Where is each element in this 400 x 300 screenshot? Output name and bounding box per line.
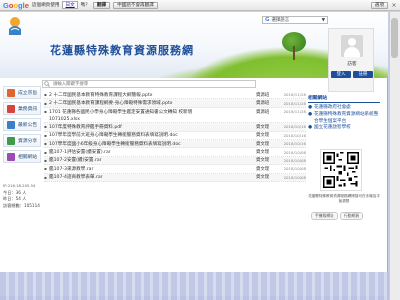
sidebar-item-label: 業務資訊: [18, 107, 38, 112]
item-unit: 資文理: [256, 166, 270, 172]
item-unit: 資文理: [256, 124, 270, 130]
sidebar-item-resources[interactable]: 資源分享: [3, 134, 41, 147]
related-link[interactable]: ● 國立花蓮啟智學校: [308, 125, 380, 132]
item-title[interactable]: 2 十二年國民基本教育特殊教育課程大綱簡報.pptx: [49, 92, 256, 98]
list-item[interactable]: ▪ 1701 花蓮縣各國民小學身心障礙學生鑑定安置通知書公文轉知 校新增 資源班…: [44, 108, 306, 116]
item-unit: 資源班: [256, 101, 270, 107]
item-unit: 資文理: [256, 141, 270, 147]
item-date: 2018/10/16: [283, 141, 306, 147]
background-strip: [0, 272, 400, 300]
visitor-label: 訪客: [347, 62, 357, 67]
purpose-icon: [7, 88, 15, 97]
news-icon: [7, 120, 15, 129]
search-icon[interactable]: [44, 81, 50, 87]
resources-icon: [7, 136, 15, 145]
item-title[interactable]: 107學年度學前大班身心障礙學生轉銜服務資料表填寫說明.doc: [49, 132, 256, 138]
options-button[interactable]: 選項: [370, 1, 388, 9]
list-item[interactable]: ▪ 鑑107-3來源教學.rar 資文理 2018/10/08: [44, 165, 306, 174]
item-date: 2018/10/16: [283, 132, 306, 138]
sidebar-item-business[interactable]: 業務資訊: [3, 102, 41, 115]
item-title[interactable]: 107年度特殊教育評鑑手冊資料.pdf: [49, 124, 256, 130]
user-panel: 訪客 登入 註冊: [328, 28, 374, 92]
visitor-stats: IP:216.18.205.54 今日：36 人 昨日：54 人 訪客總數：10…: [3, 183, 43, 209]
list-item[interactable]: ▪ 鑑107-4諮商教學表單.rar 資文理 2018/10/08: [44, 173, 306, 182]
scrollbar-thumb[interactable]: [391, 18, 398, 58]
translate-message-2: 嗎？: [80, 3, 90, 8]
qr-code-icon: [320, 149, 362, 192]
item-unit: 資文理: [256, 158, 270, 164]
sidebar-item-links[interactable]: 相關網站: [3, 150, 41, 163]
item-unit: 資源班: [256, 92, 270, 98]
mobile-web-button[interactable]: 行動網頁: [339, 212, 364, 221]
page-frame: 花蓮縣特殊教育資源服務網 G 選擇語言 ▼ 訪客 登入 註冊 成立宗旨: [0, 12, 388, 296]
links-icon: [7, 152, 15, 161]
business-icon: [7, 104, 15, 113]
translate-button[interactable]: 翻譯: [92, 1, 111, 9]
language-select[interactable]: G 選擇語言 ▼: [262, 16, 328, 24]
sidebar-nav: 成立宗旨 業務資訊 最新公告 資源分享 相關網站: [3, 86, 41, 166]
item-unit: 資文理: [256, 150, 270, 156]
never-translate-button[interactable]: 中國語不會再翻譯: [113, 1, 158, 9]
google-translate-icon: G: [265, 17, 270, 23]
item-unit: 資源班: [256, 109, 270, 115]
sidebar-item-purpose[interactable]: 成立宗旨: [3, 86, 41, 99]
item-date: 2018/11/28: [283, 100, 306, 106]
item-title[interactable]: 1701 花蓮縣各國民小學身心障礙學生鑑定安置通知書公文轉知 校新增: [49, 109, 256, 115]
list-item[interactable]: ▪ 107學年度國小6年級身心障礙學生轉銜服務資料表填寫說明.doc 資文理 2…: [44, 139, 306, 149]
list-item[interactable]: ▪ 鑑107-1評估安置(續安置).rar 資文理 2018/10/08: [44, 148, 306, 157]
news-list: ▪ 2 十二年國民基本教育特殊教育課程大綱簡報.pptx 資源班 2018/11…: [44, 91, 306, 182]
translate-message: 這個網頁使用: [31, 3, 60, 8]
item-title[interactable]: 鑑107-3來源教學.rar: [49, 166, 256, 172]
related-link[interactable]: ● 花蓮縣政府社會處: [308, 105, 380, 112]
list-item[interactable]: ▪ 鑑107-2安置(續)安置.rar 資文理 2018/10/08: [44, 156, 306, 166]
item-date: 2018/11/28: [283, 92, 306, 98]
register-button[interactable]: 註冊: [353, 71, 373, 78]
google-logo: Google: [3, 0, 29, 10]
item-unit: 資文理: [256, 133, 270, 139]
item-title[interactable]: 鑑107-2安置(續)安置.rar: [49, 157, 256, 163]
list-item[interactable]: ▪ 2 十二年國民基本教育特殊教育課程大綱簡報.pptx 資源班 2018/11…: [44, 91, 306, 100]
related-link[interactable]: ● 花蓮縣特殊教育資源網站系統整合學生個案平台: [308, 112, 380, 126]
item-title[interactable]: 鑑107-4諮商教學表單.rar: [49, 174, 256, 180]
sidebar-item-label: 最新公告: [18, 123, 38, 128]
item-date: 2018/10/08: [283, 174, 306, 180]
chevron-down-icon: ▼: [321, 17, 325, 23]
qr-caption: 花蓮縣特殊教育資源服務網掃描可在手機及平板瀏覽: [308, 194, 380, 204]
list-item[interactable]: ▪ 2 十二年國民基本教育課程綱要-身心障礙特殊需求領域.pptx 資源班 20…: [44, 99, 306, 108]
sidebar-item-label: 資源分享: [18, 139, 38, 144]
site-title[interactable]: 花蓮縣特殊教育資源服務網: [50, 42, 194, 58]
item-date: 2018/10/16: [283, 124, 306, 130]
site-logo-icon[interactable]: [6, 15, 24, 37]
search-bar: [42, 80, 256, 88]
item-unit: 資文理: [256, 175, 270, 181]
sidebar-item-label: 成立宗旨: [18, 91, 38, 96]
list-item[interactable]: ▪ 107年度特殊教育評鑑手冊資料.pdf 資文理 2018/10/16: [44, 123, 306, 132]
close-icon[interactable]: ×: [391, 2, 397, 9]
list-item[interactable]: ▪ 107學年度學前大班身心障礙學生轉銜服務資料表填寫說明.doc 資文理 20…: [44, 132, 306, 140]
related-sites-heading: 相關網站: [308, 94, 380, 103]
sidebar-item-label: 相關網站: [18, 155, 38, 160]
item-date: 2018/10/08: [283, 166, 306, 172]
total-count: 訪客總數：105114: [3, 202, 40, 208]
item-title[interactable]: 鑑107-1評估安置(續安置).rar: [49, 149, 256, 155]
search-input[interactable]: [42, 80, 256, 88]
mobile-url-button[interactable]: 手機版網址: [311, 212, 338, 221]
source-language-select[interactable]: 日文: [62, 1, 78, 9]
login-button[interactable]: 登入: [331, 71, 351, 78]
item-title[interactable]: 2 十二年國民基本教育課程綱要-身心障礙特殊需求領域.pptx: [49, 100, 256, 106]
language-select-label: 選擇語言: [271, 18, 290, 23]
related-sites-panel: 相關網站 ● 花蓮縣政府社會處 ● 花蓮縣特殊教育資源網站系統整合學生個案平台 ● 國…: [308, 94, 380, 221]
item-date: 2018/10/08: [283, 157, 306, 163]
sidebar-item-news[interactable]: 最新公告: [3, 118, 41, 131]
translate-bar: Google 這個網頁使用 日文 嗎？ 翻譯 中國語不會再翻譯 選項 ×: [0, 0, 400, 11]
item-date: 2018/10/08: [283, 149, 306, 155]
item-date: 2018/11/28: [283, 109, 306, 115]
item-title[interactable]: 107學年度國小6年級身心障礙學生轉銜服務資料表填寫說明.doc: [49, 141, 256, 147]
item-title-continued[interactable]: 1071025.xlsx: [44, 116, 306, 124]
avatar: [341, 35, 363, 57]
